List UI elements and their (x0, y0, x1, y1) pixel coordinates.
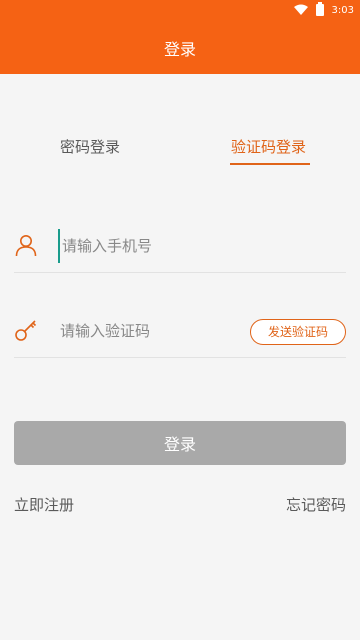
phone-divider (14, 272, 346, 273)
user-icon (15, 235, 37, 257)
code-field-row: 发送验证码 (14, 306, 346, 358)
tab-code-login[interactable]: 验证码登录 (231, 136, 306, 157)
code-divider (14, 357, 346, 358)
forgot-password-link[interactable]: 忘记密码 (286, 494, 346, 515)
key-icon (15, 320, 37, 341)
status-time: 3:03 (331, 4, 354, 16)
verification-code-input[interactable] (60, 314, 260, 348)
battery-icon (315, 2, 324, 16)
register-link[interactable]: 立即注册 (14, 494, 74, 515)
active-tab-indicator (230, 163, 310, 165)
login-tabs: 密码登录 验证码登录 (0, 130, 360, 170)
app-header: 3:03 登录 (0, 0, 360, 74)
wifi-icon (293, 4, 308, 15)
send-code-button[interactable]: 发送验证码 (250, 319, 346, 345)
phone-input[interactable] (58, 229, 258, 263)
login-button[interactable]: 登录 (14, 421, 346, 465)
page-title: 登录 (163, 40, 196, 59)
phone-field-row (14, 221, 346, 273)
tab-password-login[interactable]: 密码登录 (60, 136, 120, 157)
status-bar: 3:03 (293, 2, 354, 18)
